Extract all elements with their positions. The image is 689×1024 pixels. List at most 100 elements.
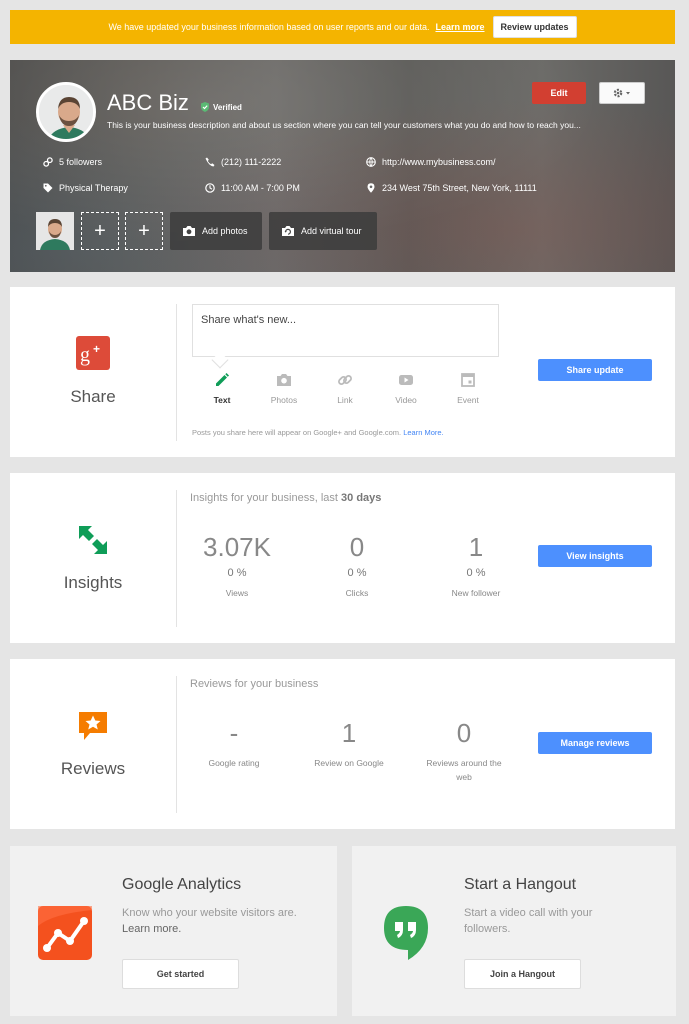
stat-percent: 0 % bbox=[227, 567, 247, 579]
website-url: http://www.mybusiness.com/ bbox=[382, 157, 496, 167]
analytics-learn-more-link[interactable]: Learn more. bbox=[122, 923, 181, 935]
business-name: ABC Biz bbox=[107, 90, 189, 115]
category-info: Physical Therapy bbox=[43, 183, 128, 193]
globe-icon bbox=[366, 157, 376, 167]
address-info: 234 West 75th Street, New York, 11111 bbox=[366, 183, 537, 193]
post-type-text[interactable]: Text bbox=[198, 372, 246, 405]
pencil-icon bbox=[216, 373, 229, 386]
insights-divider bbox=[176, 490, 177, 627]
post-type-label: Event bbox=[457, 395, 479, 405]
tag-icon bbox=[43, 183, 53, 193]
virtual-tour-camera-icon bbox=[282, 226, 294, 236]
map-pin-icon bbox=[367, 183, 375, 193]
insights-title: Insights bbox=[63, 573, 123, 592]
hangouts-icon bbox=[384, 906, 428, 960]
share-input[interactable]: Share what's new... bbox=[192, 304, 499, 357]
get-started-button[interactable]: Get started bbox=[122, 959, 239, 989]
business-address: 234 West 75th Street, New York, 11111 bbox=[382, 183, 537, 193]
camera-icon bbox=[183, 226, 195, 236]
verified-badge: Verified bbox=[200, 102, 242, 112]
post-type-label: Text bbox=[213, 395, 231, 405]
svg-text:g: g bbox=[80, 344, 90, 366]
share-card-header: g + Share bbox=[10, 287, 176, 457]
share-update-button[interactable]: Share update bbox=[538, 359, 652, 381]
view-insights-button[interactable]: View insights bbox=[538, 545, 652, 567]
reviews-card: Reviews Reviews for your business - Goog… bbox=[10, 659, 675, 829]
hours-info: 11:00 AM - 7:00 PM bbox=[205, 183, 300, 193]
chevron-down-icon bbox=[626, 92, 630, 95]
insights-heading: Insights for your business, last 30 days bbox=[190, 492, 381, 504]
review-updates-button[interactable]: Review updates bbox=[492, 16, 577, 38]
google-analytics-card: Google Analytics Know who your website v… bbox=[10, 846, 337, 1016]
svg-text:+: + bbox=[93, 342, 100, 356]
reviews-title: Reviews bbox=[60, 759, 126, 778]
post-type-photos[interactable]: Photos bbox=[260, 372, 308, 405]
reviews-stat-rating: - Google rating bbox=[179, 718, 289, 771]
link-icon bbox=[338, 375, 352, 385]
add-photo-slot[interactable]: + bbox=[125, 212, 163, 250]
phone-info: (212) 111-2222 bbox=[205, 157, 281, 167]
stat-label: Views bbox=[225, 588, 249, 598]
avatar[interactable] bbox=[36, 82, 96, 142]
stat-label: Reviews around the web bbox=[426, 758, 502, 782]
gear-icon bbox=[613, 88, 630, 98]
post-type-video[interactable]: Video bbox=[382, 372, 430, 405]
avatar-image bbox=[39, 85, 93, 139]
share-divider bbox=[176, 304, 177, 441]
camera-icon bbox=[277, 374, 291, 386]
analytics-description-text: Know who your website visitors are. bbox=[122, 907, 297, 919]
stat-label: Clicks bbox=[345, 588, 369, 598]
business-profile-header: ABC Biz Verified This is your business d… bbox=[10, 60, 675, 272]
add-virtual-tour-button[interactable]: Add virtual tour bbox=[269, 212, 377, 250]
update-notice-banner: We have updated your business informatio… bbox=[10, 10, 675, 44]
website-info[interactable]: http://www.mybusiness.com/ bbox=[366, 157, 496, 167]
analytics-description: Know who your website visitors are. Lear… bbox=[122, 906, 302, 938]
business-description: This is your business description and ab… bbox=[107, 120, 581, 130]
manage-reviews-button[interactable]: Manage reviews bbox=[538, 732, 652, 754]
stat-value: 0 bbox=[456, 718, 472, 748]
insights-period: 30 days bbox=[341, 492, 382, 504]
settings-dropdown-button[interactable] bbox=[599, 82, 645, 104]
add-virtual-tour-label: Add virtual tour bbox=[301, 226, 362, 236]
stat-percent: 0 % bbox=[347, 567, 367, 579]
stat-value: 3.07K bbox=[203, 532, 271, 562]
hangout-description: Start a video call with your followers. bbox=[464, 907, 593, 935]
add-photo-slot[interactable]: + bbox=[81, 212, 119, 250]
insights-heading-text: Insights for your business, last bbox=[190, 492, 338, 504]
post-type-label: Video bbox=[395, 395, 417, 405]
google-analytics-icon bbox=[38, 906, 92, 960]
share-card: g + Share Share what's new... Text Photo… bbox=[10, 287, 675, 457]
google-plus-icon: g + bbox=[76, 336, 110, 370]
share-title: Share bbox=[70, 387, 116, 406]
edit-button[interactable]: Edit bbox=[532, 82, 586, 104]
learn-more-link[interactable]: Learn more bbox=[435, 22, 484, 32]
post-type-event[interactable]: Event bbox=[444, 372, 492, 405]
post-type-label: Link bbox=[337, 395, 353, 405]
business-category: Physical Therapy bbox=[59, 183, 128, 193]
add-photos-label: Add photos bbox=[202, 226, 248, 236]
stat-value: 1 bbox=[468, 532, 484, 562]
reviews-card-header: Reviews bbox=[10, 659, 176, 829]
post-type-link[interactable]: Link bbox=[321, 372, 369, 405]
join-hangout-button[interactable]: Join a Hangout bbox=[464, 959, 581, 989]
reviews-stat-google: 1 Review on Google bbox=[294, 718, 404, 771]
reviews-stat-web: 0 Reviews around the web bbox=[409, 718, 519, 784]
reviews-star-icon bbox=[79, 712, 107, 740]
insights-arrows-icon bbox=[79, 526, 107, 554]
hangout-title: Start a Hangout bbox=[464, 876, 577, 893]
clock-icon bbox=[205, 183, 215, 193]
share-learn-more-link[interactable]: Learn More. bbox=[403, 428, 443, 437]
stat-label: Google rating bbox=[208, 758, 260, 768]
share-note-text: Posts you share here will appear on Goog… bbox=[192, 428, 402, 437]
insights-stat-followers: 1 0 % New follower bbox=[421, 532, 531, 601]
followers-info[interactable]: 5 followers bbox=[43, 157, 102, 167]
calendar-icon bbox=[461, 373, 475, 387]
share-note: Posts you share here will appear on Goog… bbox=[192, 428, 444, 437]
video-icon bbox=[399, 375, 413, 385]
reviews-divider bbox=[176, 676, 177, 813]
reviews-heading: Reviews for your business bbox=[190, 678, 319, 690]
stat-value: 0 bbox=[349, 532, 365, 562]
add-photos-button[interactable]: Add photos bbox=[170, 212, 262, 250]
photo-thumbnail[interactable] bbox=[36, 212, 74, 250]
followers-count: 5 followers bbox=[59, 157, 103, 167]
